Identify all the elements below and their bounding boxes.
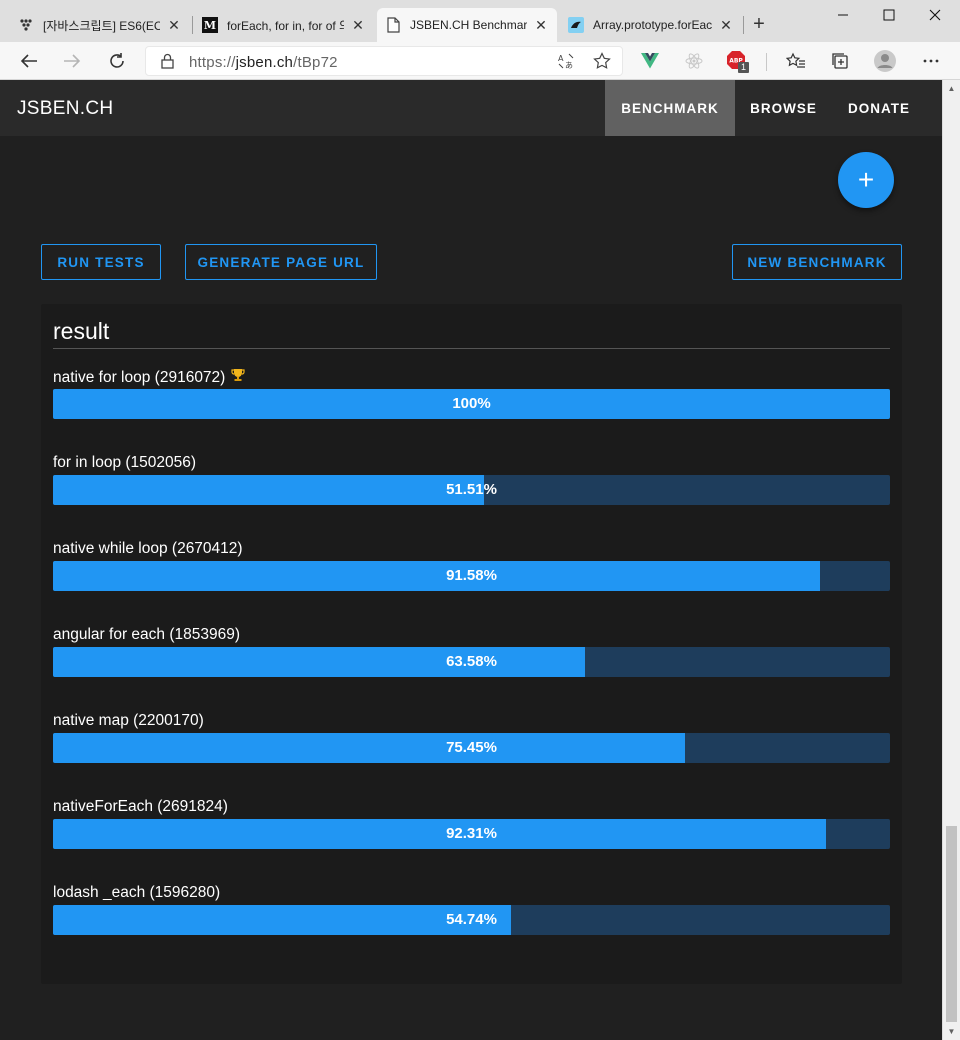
toolbar-divider [766,53,767,71]
browser-tab[interactable]: M forEach, for in, for of 의 차이 ✕ [194,8,374,42]
scroll-down-icon[interactable]: ▼ [943,1023,960,1040]
lock-icon[interactable] [161,53,174,74]
test-label: native map (2200170) [53,712,204,730]
generate-page-url-button[interactable]: GENERATE PAGE URL [185,244,377,280]
site-navbar: JSBEN.CH BENCHMARK BROWSE DONATE [0,80,942,136]
percent-label: 100% [452,395,491,412]
progress-track: 63.58% [53,647,890,677]
test-label: native for loop (2916072) [53,368,245,387]
close-tab-icon[interactable]: ✕ [166,17,182,34]
percent-label: 54.74% [446,911,497,928]
new-tab-button[interactable]: + [748,11,770,37]
tab-divider [743,16,744,34]
browser-tab[interactable]: [자바스크립트] ES6(ECMAScript 6) ✕ [10,8,190,42]
minimize-icon[interactable] [820,0,866,30]
translate-icon[interactable]: Aあ [557,52,575,75]
site-brand[interactable]: JSBEN.CH [17,98,113,120]
test-name: angular for each (1853969) [53,626,240,643]
progress-track: 91.58% [53,561,890,591]
percent-label: 92.31% [446,825,497,842]
back-icon[interactable] [15,47,43,75]
refresh-icon[interactable] [103,47,131,75]
percent-label: 91.58% [446,567,497,584]
close-tab-icon[interactable]: ✕ [350,17,366,34]
new-benchmark-button[interactable]: NEW BENCHMARK [732,244,902,280]
result-card: result native for loop (2916072) 100% for … [41,304,902,984]
tab-title: Array.prototype.forEach() [593,18,712,32]
nav-browse[interactable]: BROWSE [735,80,832,136]
percent-label: 75.45% [446,739,497,756]
progress-track: 54.74% [53,905,890,935]
test-label: angular for each (1853969) [53,626,240,644]
test-name: lodash _each (1596280) [53,884,221,901]
close-window-icon[interactable] [912,0,958,30]
scrollbar-thumb[interactable] [946,826,957,1022]
url-scheme: https:// [189,54,236,71]
percent-label: 63.58% [446,653,497,670]
browser-tab[interactable]: Array.prototype.forEach() ✕ [560,8,742,42]
url-host: jsben.ch [235,54,294,71]
run-tests-button[interactable]: RUN TESTS [41,244,161,280]
adblock-badge: 1 [738,62,750,73]
svg-text:A: A [558,54,564,63]
progress-track: 51.51% [53,475,890,505]
test-label: native while loop (2670412) [53,540,243,558]
tab-divider [192,16,193,34]
test-name: for in loop (1502056) [53,454,197,471]
more-menu-icon[interactable] [917,47,945,75]
divider [53,348,890,349]
browser-toolbar: https://jsben.ch/tBp72 Aあ ABP 1 [0,42,960,80]
test-label: lodash _each (1596280) [53,884,220,902]
test-name: native while loop (2670412) [53,540,243,557]
adblock-icon[interactable]: ABP 1 [723,47,751,75]
react-devtools-icon[interactable] [680,47,708,75]
medium-icon: M [202,17,218,33]
forward-icon[interactable] [58,47,86,75]
percent-label: 51.51% [446,481,497,498]
dots-icon [18,17,34,33]
tab-title: forEach, for in, for of 의 차이 [227,18,344,33]
tab-title: [자바스크립트] ES6(ECMAScript 6) [43,18,160,33]
svg-text:あ: あ [565,61,573,70]
collections-icon[interactable] [826,47,854,75]
test-label: nativeForEach (2691824) [53,798,228,816]
vue-devtools-icon[interactable] [636,47,664,75]
mdn-icon [568,17,584,33]
address-bar[interactable]: https://jsben.ch/tBp72 Aあ [145,46,623,76]
browser-tab-active[interactable]: JSBEN.CH Benchmarking for JavaScript ✕ [377,8,557,42]
page-icon [385,17,401,33]
scroll-up-icon[interactable]: ▲ [943,80,960,97]
nav-donate[interactable]: DONATE [832,80,926,136]
profile-avatar-icon[interactable] [871,47,899,75]
close-tab-icon[interactable]: ✕ [533,17,549,34]
nav-benchmark[interactable]: BENCHMARK [605,80,735,136]
trophy-icon [231,368,245,385]
result-title: result [53,318,110,344]
test-name: native for loop (2916072) [53,369,226,386]
close-tab-icon[interactable]: ✕ [718,17,734,34]
progress-track: 100% [53,389,890,419]
favorite-star-icon[interactable] [593,52,611,75]
test-name: nativeForEach (2691824) [53,798,228,815]
page-scrollbar[interactable]: ▲ ▼ [942,80,960,1040]
maximize-icon[interactable] [866,0,912,30]
browser-tab-strip: [자바스크립트] ES6(ECMAScript 6) ✕ M forEach, … [0,0,960,42]
url-path: /tBp72 [293,54,338,71]
page-viewport: JSBEN.CH BENCHMARK BROWSE DONATE + RUN T… [0,80,942,1040]
add-test-button[interactable]: + [838,152,894,208]
progress-track: 92.31% [53,819,890,849]
progress-track: 75.45% [53,733,890,763]
plus-icon: + [857,164,875,195]
url-text[interactable]: https://jsben.ch/tBp72 [189,54,338,71]
test-name: native map (2200170) [53,712,204,729]
favorites-list-icon[interactable] [782,47,810,75]
tab-title: JSBEN.CH Benchmarking for JavaScript [410,18,527,32]
test-label: for in loop (1502056) [53,454,196,472]
